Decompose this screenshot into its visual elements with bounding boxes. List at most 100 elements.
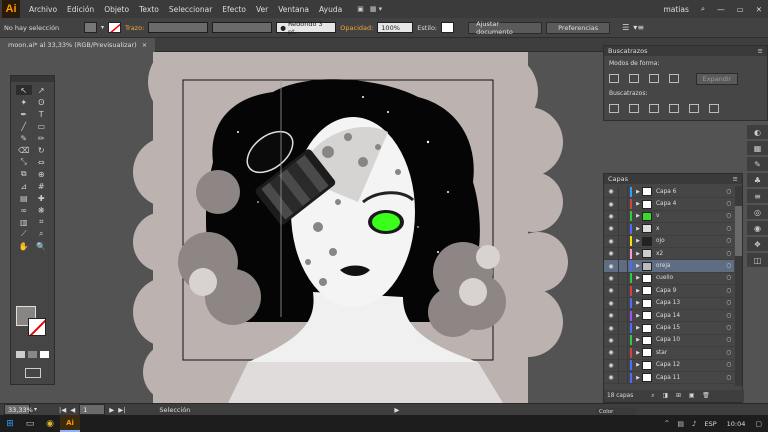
expand-arrow-icon[interactable]: ▶ [634, 350, 642, 356]
document-tab[interactable]: moon.ai* al 33,33% (RGB/Previsualizar) × [0, 38, 156, 52]
new-sublayer-icon[interactable]: ⊞ [676, 393, 681, 399]
target-circle-icon[interactable]: ○ [724, 189, 734, 195]
target-circle-icon[interactable]: ○ [724, 362, 734, 368]
visibility-eye-icon[interactable]: ◉ [604, 238, 618, 245]
magic-wand-icon[interactable]: ✦ [16, 97, 32, 107]
style-swatch[interactable] [441, 22, 455, 33]
layer-row[interactable]: ◉ ▶ x2 ○ [604, 247, 734, 261]
fill-stroke-control[interactable] [14, 304, 52, 342]
clock[interactable]: 10:04 [727, 420, 746, 428]
lock-toggle[interactable] [618, 235, 628, 248]
zoom-tool-icon[interactable]: ⌕ [34, 229, 50, 239]
target-circle-icon[interactable]: ○ [724, 300, 734, 306]
width-tool-icon[interactable]: ⇔ [34, 157, 50, 167]
locate-object-icon[interactable]: ⌕ [651, 393, 654, 400]
lock-toggle[interactable] [618, 334, 628, 347]
symbol-sprayer-icon[interactable]: ❋ [34, 205, 50, 215]
layers-panel-icon[interactable]: ◫ [747, 253, 768, 267]
layer-row[interactable]: ◉ ▶ Capa 4 ○ [604, 198, 734, 211]
lock-toggle[interactable] [618, 371, 628, 384]
lock-toggle[interactable] [618, 309, 628, 322]
visibility-eye-icon[interactable]: ◉ [604, 374, 618, 381]
expand-arrow-icon[interactable]: ▶ [634, 375, 642, 381]
minus-front-icon[interactable] [629, 74, 639, 83]
network-icon[interactable]: ▤ [677, 420, 684, 428]
lock-toggle[interactable] [618, 222, 628, 235]
visibility-eye-icon[interactable]: ◉ [604, 188, 618, 195]
delete-layer-icon[interactable]: 🗑 [702, 393, 709, 399]
lock-toggle[interactable] [618, 186, 628, 198]
line-tool-icon[interactable]: ╱ [16, 121, 32, 131]
unite-icon[interactable] [609, 74, 619, 83]
visibility-eye-icon[interactable]: ◉ [604, 213, 618, 220]
status-menu-icon[interactable]: ▶ [394, 406, 399, 414]
expand-arrow-icon[interactable]: ▶ [634, 226, 642, 232]
layer-row[interactable]: ◉ ▶ ojo ○ [604, 235, 734, 248]
lock-toggle[interactable] [618, 198, 628, 211]
panel-menu-icon[interactable]: ▾≡ [633, 23, 644, 32]
target-circle-icon[interactable]: ○ [724, 213, 734, 219]
close-icon[interactable]: ✕ [756, 5, 762, 14]
exclude-icon[interactable] [669, 74, 679, 83]
target-circle-icon[interactable]: ○ [724, 263, 734, 269]
merge-icon[interactable] [649, 104, 659, 113]
tray-chevron-icon[interactable]: ^ [664, 420, 669, 427]
panel-menu-icon[interactable]: ≡ [758, 47, 763, 55]
layer-row[interactable]: ◉ ▶ oreja ○ [604, 260, 734, 273]
visibility-eye-icon[interactable]: ◉ [604, 349, 618, 356]
start-icon[interactable]: ⊞ [0, 415, 20, 432]
lock-toggle[interactable] [618, 284, 628, 297]
opacity-label[interactable]: Opacidad: [340, 24, 373, 32]
expand-arrow-icon[interactable]: ▶ [634, 288, 642, 294]
layer-row[interactable]: ◉ ▶ Capa 12 ○ [604, 359, 734, 372]
brushes-panel-icon[interactable]: ✎ [747, 157, 768, 171]
layer-row[interactable]: ◉ ▶ Capa 15 ○ [604, 322, 734, 335]
menu-item-3[interactable]: Texto [134, 5, 164, 14]
stroke-swatch[interactable] [108, 22, 122, 33]
lock-toggle[interactable] [618, 272, 628, 285]
layers-scrollbar[interactable] [735, 186, 742, 386]
expand-arrow-icon[interactable]: ▶ [634, 362, 642, 368]
visibility-eye-icon[interactable]: ◉ [604, 275, 618, 282]
chevron-down-icon[interactable]: ▾ [34, 406, 37, 413]
zoom-icon[interactable]: 🔍 [34, 241, 50, 251]
close-tab-icon[interactable]: × [142, 41, 147, 49]
expand-arrow-icon[interactable]: ▶ [634, 275, 642, 281]
stroke-box[interactable] [28, 318, 46, 336]
color-mode-icon[interactable] [16, 351, 25, 358]
expand-arrow-icon[interactable]: ▶ [634, 238, 642, 244]
menu-item-0[interactable]: Archivo [24, 5, 62, 14]
last-page-icon[interactable]: ▶| [118, 406, 125, 414]
lock-toggle[interactable] [618, 322, 628, 335]
layer-row[interactable]: ◉ ▶ star ○ [604, 346, 734, 360]
target-circle-icon[interactable]: ○ [724, 238, 734, 244]
expand-arrow-icon[interactable]: ▶ [634, 201, 642, 207]
visibility-eye-icon[interactable]: ◉ [604, 300, 618, 307]
layer-row[interactable]: ◉ ▶ Capa 13 ○ [604, 297, 734, 310]
visibility-eye-icon[interactable]: ◉ [604, 337, 618, 344]
gradient-icon[interactable]: ▤ [16, 193, 32, 203]
stroke-panel-icon[interactable]: ≡ [747, 189, 768, 203]
target-circle-icon[interactable]: ○ [724, 313, 734, 319]
menu-item-6[interactable]: Ver [251, 5, 273, 14]
eraser-icon[interactable]: ⌫ [16, 145, 32, 155]
visibility-eye-icon[interactable]: ◉ [604, 201, 618, 208]
canvas-area[interactable] [58, 52, 603, 403]
menu-item-2[interactable]: Objeto [99, 5, 134, 14]
outline-icon[interactable] [689, 104, 699, 113]
layer-row[interactable]: ◉ ▶ Capa 6 ○ [604, 186, 734, 199]
trim-icon[interactable] [629, 104, 639, 113]
page-field[interactable]: 1 [79, 404, 106, 415]
lock-toggle[interactable] [618, 359, 628, 372]
visibility-eye-icon[interactable]: ◉ [604, 263, 618, 270]
stroke-label[interactable]: Trazo: [125, 24, 144, 32]
eyedropper-icon[interactable]: ✚ [34, 193, 50, 203]
user-name[interactable]: matias [663, 5, 688, 14]
graph-tool-icon[interactable]: ▥ [16, 217, 32, 227]
visibility-eye-icon[interactable]: ◉ [604, 362, 618, 369]
color-panel-tab[interactable]: Color [596, 408, 636, 415]
target-circle-icon[interactable]: ○ [724, 288, 734, 294]
panel-menu-icon[interactable]: ≡ [733, 175, 738, 183]
visibility-eye-icon[interactable]: ◉ [604, 312, 618, 319]
volume-icon[interactable]: ♪ [692, 420, 696, 428]
